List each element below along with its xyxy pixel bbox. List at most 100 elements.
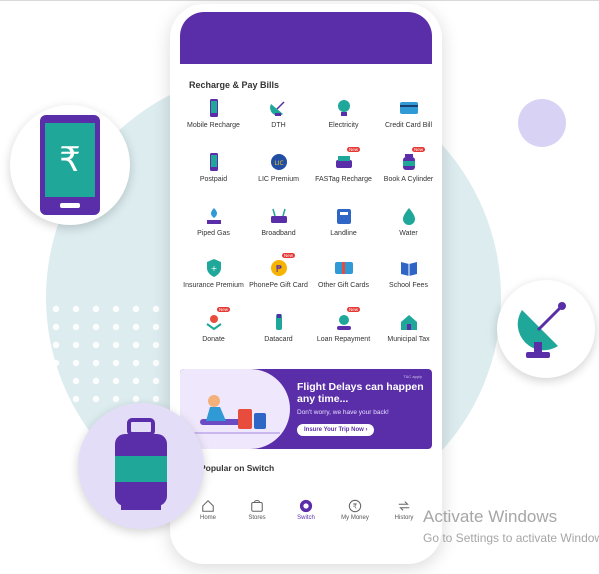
service-tile-label: Other Gift Cards (318, 282, 369, 289)
service-tile-phonepe-gift-card[interactable]: ₱ New PhonePe Gift Card (246, 253, 311, 290)
service-tile-other-gift-cards[interactable]: Other Gift Cards (311, 258, 376, 290)
nav-label: History (394, 515, 414, 521)
fastag-icon (335, 156, 352, 168)
gas-cylinder-icon (115, 418, 167, 510)
service-tile-label: DTH (271, 122, 286, 129)
service-tile-broadband[interactable]: Broadband (246, 206, 311, 238)
gift-card-icon (334, 262, 353, 274)
dot-pattern (46, 300, 166, 410)
service-tile-label: School Fees (389, 282, 428, 289)
promo-banner[interactable]: T&C apply Flight Delays can happen any t… (180, 369, 432, 449)
service-tile-label: Mobile Recharge (187, 122, 240, 129)
service-tile-label: Municipal Tax (387, 336, 430, 343)
nav-history[interactable]: History (380, 499, 428, 521)
service-tile-label: FASTag Recharge (315, 176, 372, 183)
service-tile-lic-premium[interactable]: LIC LIC Premium (246, 152, 311, 184)
service-tile-label: Water (399, 230, 418, 237)
rupee-icon: ₹ (348, 499, 362, 513)
service-tile-donate[interactable]: New Donate (181, 307, 246, 344)
nav-label: My Money (341, 515, 369, 521)
service-tile-landline[interactable]: Landline (311, 206, 376, 238)
service-tile-label: Piped Gas (197, 230, 230, 237)
banner-tnc: T&C apply (403, 374, 422, 379)
phonepe-icon: ₱ (270, 260, 287, 276)
shield-icon: + (206, 259, 221, 277)
rupee-phone-badge: ₹ (10, 105, 130, 225)
service-tile-datacard[interactable]: Datacard (246, 312, 311, 344)
mobile-icon (209, 99, 218, 117)
service-tile-fastag-recharge[interactable]: New FASTag Recharge (311, 147, 376, 184)
app-header (180, 12, 432, 64)
phone-mockup: Recharge & Pay Bills Mobile Recharge DTH E… (170, 4, 442, 564)
satellite-dish-icon (517, 302, 566, 358)
rupee-phone-icon: ₹ (40, 115, 100, 215)
top-divider (0, 0, 599, 1)
loan-icon (336, 315, 351, 330)
watermark-line2: Go to Settings to activate Windows. (423, 531, 599, 545)
service-tile-book-a-cylinder[interactable]: New Book A Cylinder (376, 147, 441, 184)
bag-icon (251, 500, 263, 512)
cylinder-icon (402, 154, 415, 170)
service-tile-water[interactable]: Water (376, 206, 441, 238)
nav-my-money[interactable]: ₹ My Money (331, 499, 379, 521)
svg-text:+: + (210, 264, 217, 273)
router-icon (270, 208, 287, 223)
section-title: Recharge & Pay Bills (189, 80, 280, 90)
landline-icon (336, 209, 351, 224)
service-tile-piped-gas[interactable]: Piped Gas (181, 206, 246, 238)
service-tile-insurance-premium[interactable]: + Insurance Premium (181, 258, 246, 290)
service-tile-postpaid[interactable]: Postpaid (181, 152, 246, 184)
service-tile-label: Book A Cylinder (383, 176, 434, 183)
lic-icon: LIC (270, 154, 287, 170)
service-tile-loan-repayment[interactable]: New Loan Repayment (311, 307, 376, 344)
service-tile-label: Landline (330, 230, 357, 237)
service-tile-label: Donate (202, 336, 225, 343)
home-icon (202, 500, 214, 512)
donate-icon (205, 315, 222, 331)
new-tag: New (412, 147, 426, 152)
nav-switch[interactable]: Switch (282, 499, 330, 521)
svg-text:₱: ₱ (275, 264, 281, 275)
insure-trip-button[interactable]: Insure Your Trip Now › (297, 424, 375, 436)
switch-icon (299, 499, 313, 513)
service-tile-school-fees[interactable]: School Fees (376, 258, 441, 290)
dish-icon (269, 101, 285, 116)
gas-pipe-icon (206, 208, 221, 224)
nav-label: Stores (248, 515, 266, 521)
book-icon (400, 262, 417, 276)
nav-label: Switch (297, 515, 315, 521)
service-tile-mobile-recharge[interactable]: Mobile Recharge (181, 98, 246, 130)
mobile-icon (209, 153, 218, 171)
service-tile-label: Broadband (261, 230, 296, 237)
banner-subtitle: Don't worry, we have your back! (297, 409, 389, 416)
bulb-icon (337, 100, 350, 116)
service-tile-dth[interactable]: DTH (246, 98, 311, 130)
cylinder-badge (78, 403, 204, 529)
service-tile-label: LIC Premium (258, 176, 299, 183)
bottom-nav: Home Stores Switch ₹ My Money History (184, 499, 428, 533)
credit-card-icon (399, 102, 418, 114)
service-tile-electricity[interactable]: Electricity (311, 98, 376, 130)
dish-badge (497, 280, 595, 378)
house-icon (400, 315, 417, 330)
decor-dot (518, 99, 566, 147)
water-drop-icon (402, 208, 415, 225)
new-tag: New (217, 307, 231, 312)
svg-text:₹: ₹ (353, 503, 358, 511)
service-tile-label: PhonePe Gift Card (249, 282, 308, 289)
new-tag: New (347, 307, 361, 312)
svg-text:LIC: LIC (274, 160, 283, 167)
new-tag: New (282, 253, 296, 258)
service-tile-municipal-tax[interactable]: Municipal Tax (376, 312, 441, 344)
service-tile-label: Electricity (328, 122, 359, 129)
popular-title: Popular on Switch (200, 463, 275, 473)
watermark-line1: Activate Windows (423, 507, 558, 526)
service-tile-label: Postpaid (199, 176, 228, 183)
history-icon (398, 501, 410, 511)
nav-label: Home (199, 515, 216, 521)
nav-stores[interactable]: Stores (233, 499, 281, 521)
service-tile-label: Insurance Premium (183, 282, 244, 289)
service-tile-label: Credit Card Bill (384, 122, 433, 129)
banner-title: Flight Delays can happen any time... (297, 381, 424, 405)
service-tile-credit-card-bill[interactable]: Credit Card Bill (376, 98, 441, 130)
